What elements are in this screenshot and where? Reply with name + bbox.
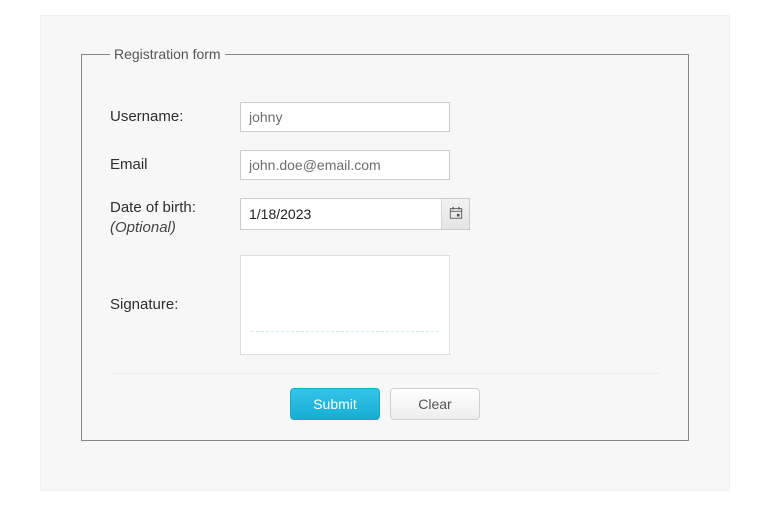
email-input[interactable] — [240, 150, 450, 180]
registration-fieldset: Registration form Username: Email Date o… — [81, 46, 689, 441]
dob-datepicker[interactable] — [240, 198, 470, 230]
row-dob: Date of birth: (Optional) — [110, 198, 660, 237]
row-signature: Signature: — [110, 255, 660, 355]
submit-button[interactable]: Submit — [290, 388, 380, 420]
dob-calendar-button[interactable] — [441, 199, 469, 229]
signature-label: Signature: — [110, 295, 240, 315]
calendar-icon — [449, 206, 463, 223]
dob-label-wrap: Date of birth: (Optional) — [110, 198, 240, 237]
dob-hint: (Optional) — [110, 218, 240, 238]
content-panel: Registration form Username: Email Date o… — [40, 15, 730, 491]
username-input[interactable] — [240, 102, 450, 132]
username-label: Username: — [110, 107, 240, 127]
signature-pad[interactable] — [240, 255, 450, 355]
dob-label: Date of birth: — [110, 198, 240, 218]
email-label: Email — [110, 155, 240, 175]
form-legend: Registration form — [110, 46, 225, 62]
row-username: Username: — [110, 102, 660, 132]
dob-input[interactable] — [241, 199, 441, 229]
clear-button[interactable]: Clear — [390, 388, 480, 420]
button-row: Submit Clear — [110, 388, 660, 420]
form-separator — [110, 373, 660, 374]
row-email: Email — [110, 150, 660, 180]
